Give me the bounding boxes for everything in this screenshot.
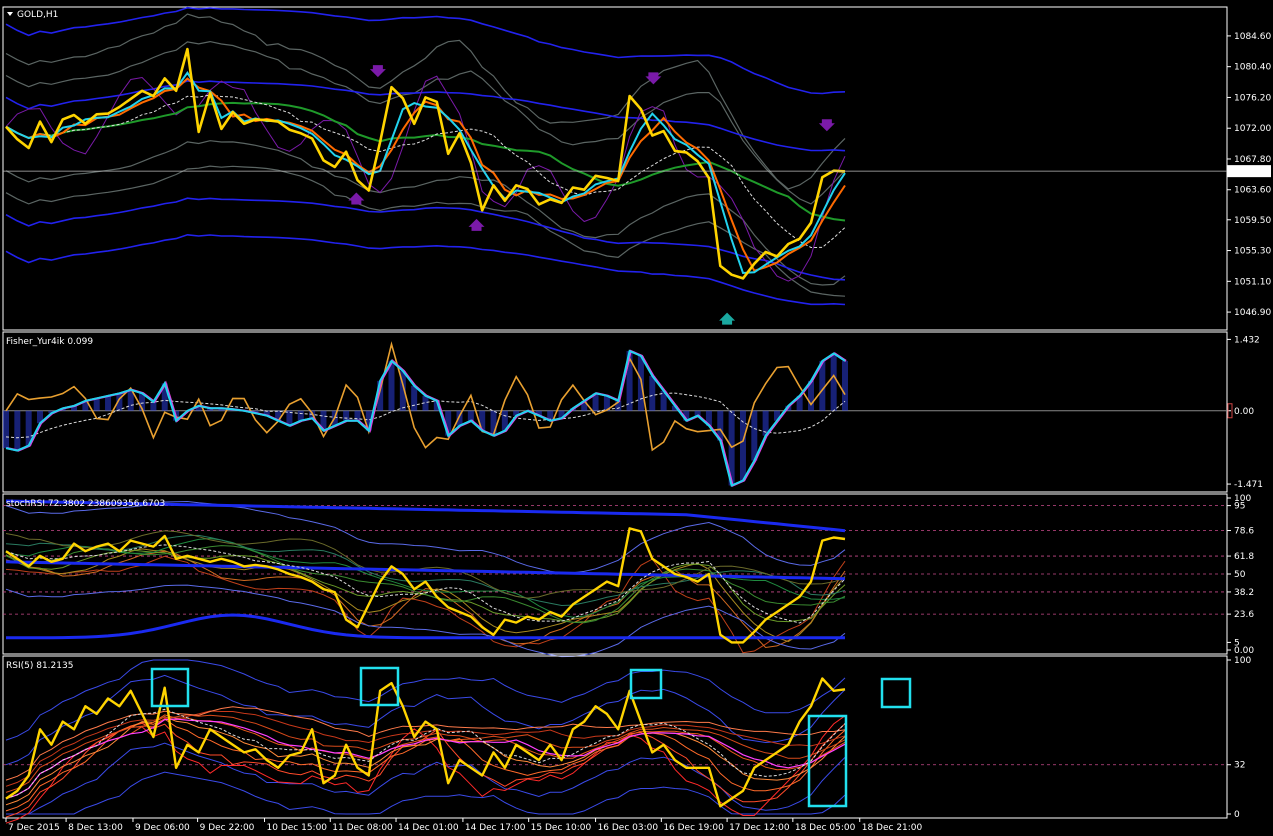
fisher-tick-label: 0.00: [1234, 407, 1254, 417]
current-price-label: 1066.14: [1230, 168, 1267, 178]
stoch-tick-label: 0.00: [1234, 646, 1254, 656]
time-tick-label: 16 Dec 19:00: [663, 823, 724, 833]
stoch-rsi-title: stochRSI 72.3802 238609356.6703: [6, 499, 165, 509]
stoch-tick-label: 78.6: [1234, 527, 1254, 537]
price-tick-label: 1080.40: [1234, 63, 1271, 73]
fisher-tick-label: -1.471: [1234, 480, 1263, 490]
price-tick-label: 1063.60: [1234, 186, 1271, 196]
rsi-tick-label: 0: [1234, 810, 1240, 820]
price-tick-label: 1051.10: [1234, 277, 1271, 287]
price-tick-label: 1072.00: [1234, 124, 1271, 134]
time-tick-label: 17 Dec 12:00: [729, 823, 790, 833]
price-tick-label: 1067.80: [1234, 155, 1271, 165]
price-tick-label: 1046.90: [1234, 308, 1271, 318]
time-tick-label: 14 Dec 01:00: [398, 823, 459, 833]
price-tick-label: 1076.20: [1234, 93, 1271, 103]
price-title: GOLD,H1: [17, 10, 58, 20]
chart-canvas: 1084.60 1080.40 1076.20 1072.00 1067.80 1063.…: [0, 0, 1273, 836]
fisher-tick-label: 1.432: [1234, 335, 1260, 345]
time-tick-label: 8 Dec 13:00: [68, 823, 123, 833]
stoch-tick-label: 38.2: [1234, 588, 1254, 598]
rsi-title: RSI(5) 81.2135: [6, 661, 73, 671]
time-tick-label: 9 Dec 22:00: [200, 823, 255, 833]
price-tick-label: 1055.30: [1234, 247, 1271, 257]
time-tick-label: 7 Dec 2015: [8, 823, 60, 833]
price-tick-label: 1059.50: [1234, 216, 1271, 226]
fisher-title: Fisher_Yur4ik 0.099: [6, 337, 93, 347]
time-tick-label: 16 Dec 03:00: [598, 823, 659, 833]
time-tick-label: 18 Dec 21:00: [862, 823, 923, 833]
time-tick-label: 18 Dec 05:00: [795, 823, 856, 833]
time-tick-label: 10 Dec 15:00: [267, 823, 328, 833]
stoch-tick-label: 50: [1234, 570, 1246, 580]
rsi-tick-label: 32: [1234, 761, 1245, 771]
stoch-tick-label: 95: [1234, 502, 1245, 512]
time-tick-label: 14 Dec 17:00: [465, 823, 526, 833]
time-tick-label: 11 Dec 08:00: [332, 823, 393, 833]
stoch-tick-label: 23.6: [1234, 610, 1254, 620]
time-tick-label: 15 Dec 10:00: [531, 823, 592, 833]
price-tick-label: 1084.60: [1234, 32, 1271, 42]
stoch-tick-label: 61.8: [1234, 552, 1254, 562]
rsi-tick-label: 100: [1234, 656, 1251, 666]
time-tick-label: 9 Dec 06:00: [135, 823, 190, 833]
